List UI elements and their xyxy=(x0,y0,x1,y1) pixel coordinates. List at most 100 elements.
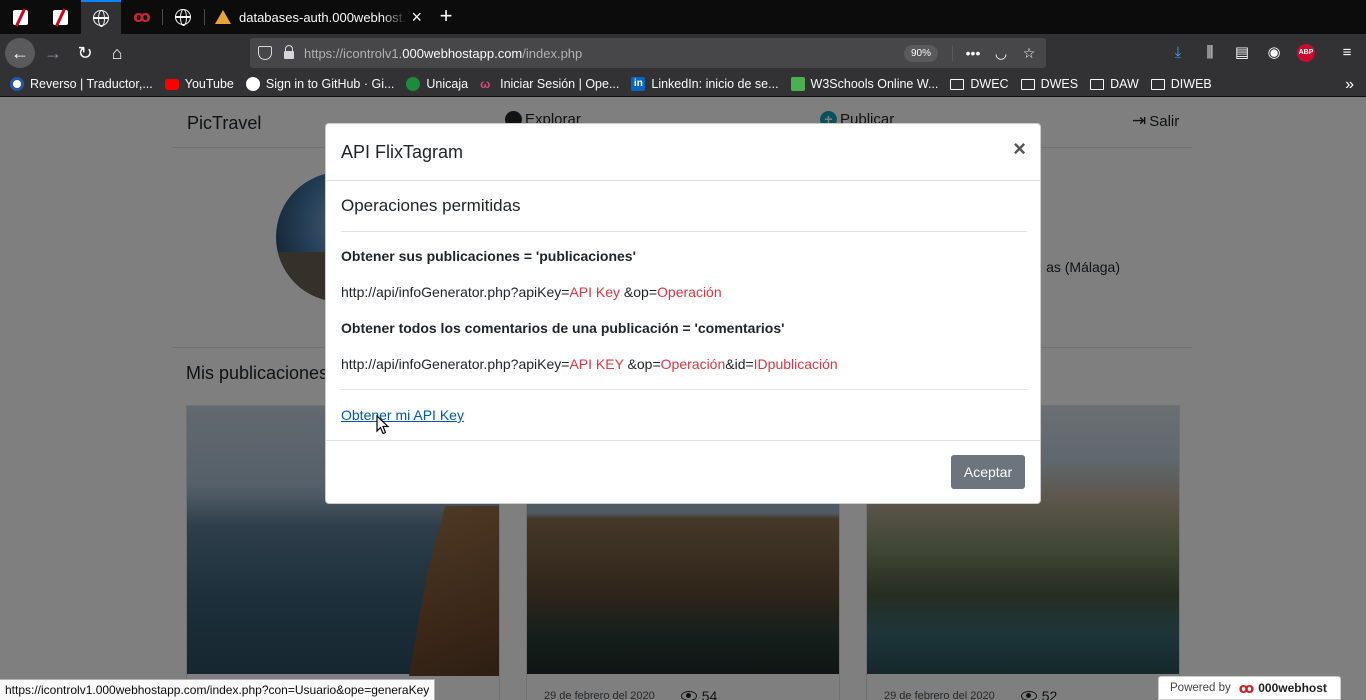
w3schools-icon xyxy=(790,77,805,91)
url-param-key: API KEY xyxy=(569,356,624,372)
bookmark-w3schools[interactable]: W3Schools Online W... xyxy=(790,77,939,91)
operation-comentarios-url: http://api/infoGenerator.php?apiKey=API … xyxy=(341,356,838,372)
url-host: 000webhostapp.com xyxy=(402,45,523,61)
bookmark-label: YouTube xyxy=(184,77,234,91)
warning-icon xyxy=(215,10,231,24)
bookmark-reverso[interactable]: Reverso | Traductor,... xyxy=(10,77,153,91)
modal-header: API FlixTagram × xyxy=(326,124,1040,181)
bookmark-label: Unicaja xyxy=(426,77,469,91)
github-icon xyxy=(245,77,260,91)
webhost-icon: ꝏ xyxy=(133,9,151,26)
bookmark-unicaja[interactable]: Unicaja xyxy=(406,77,468,91)
home-button[interactable]: ⌂ xyxy=(102,38,132,68)
bookmark-label: DWEC xyxy=(970,77,1009,91)
divider xyxy=(341,389,1027,390)
bookmark-label: Iniciar Sesión | Ope... xyxy=(500,77,620,91)
bookmark-label: LinkedIn: inicio de se... xyxy=(651,77,779,91)
shield-icon[interactable] xyxy=(258,46,272,60)
page-actions-icon[interactable]: ••• xyxy=(962,42,984,64)
bookmark-linkedin[interactable]: in LinkedIn: inicio de se... xyxy=(631,77,779,91)
zoom-indicator[interactable]: 90% xyxy=(904,45,939,62)
pinned-tab-3[interactable] xyxy=(81,0,121,34)
status-bar: https://icontrolv1.000webhostapp.com/ind… xyxy=(0,679,436,700)
bookmark-youtube[interactable]: YouTube xyxy=(164,77,234,91)
linkedin-icon: in xyxy=(631,77,646,91)
library-icon[interactable]: ⫼ xyxy=(1199,42,1221,64)
close-tab-icon[interactable]: × xyxy=(411,8,422,26)
globe-icon xyxy=(93,10,109,27)
webhost-logo-icon: ꝏ xyxy=(1238,679,1255,696)
pdf-icon xyxy=(52,9,68,25)
folder-icon xyxy=(1150,78,1165,90)
url-param-op: Operación xyxy=(660,356,726,372)
divider xyxy=(341,231,1027,232)
tab-title: databases-auth.000webhost.com xyxy=(239,9,407,25)
address-bar[interactable]: https://icontrolv1.000webhostapp.com/ind… xyxy=(250,38,1046,68)
bookmark-ope[interactable]: ω Iniciar Sesión | Ope... xyxy=(480,77,619,91)
url-param-key: API Key xyxy=(569,284,621,300)
url-text[interactable]: https://icontrolv1.000webhostapp.com/ind… xyxy=(304,46,582,61)
bookmark-label: W3Schools Online W... xyxy=(810,77,939,91)
bookmark-folder-dwec[interactable]: DWEC xyxy=(950,77,1009,91)
pinned-tab-4[interactable]: ꝏ xyxy=(122,0,162,34)
operation-comentarios-label: Obtener todos los comentarios de una pub… xyxy=(341,320,785,336)
youtube-icon xyxy=(164,78,179,90)
pinned-tab-5[interactable] xyxy=(163,0,203,34)
adblock-icon[interactable]: ABP xyxy=(1297,44,1315,62)
downloads-icon[interactable]: ⤓ xyxy=(1167,42,1189,64)
api-modal: API FlixTagram × Operaciones permitidas … xyxy=(325,123,1041,504)
reverso-icon xyxy=(10,77,24,91)
bookmark-label: DIWEB xyxy=(1170,77,1212,91)
url-op: &op= xyxy=(623,356,661,372)
tab-databases-auth[interactable]: databases-auth.000webhost.com × xyxy=(205,0,432,34)
folder-icon xyxy=(950,78,965,90)
urlbar-separator xyxy=(952,45,953,61)
url-base: http://api/infoGenerator.php?apiKey= xyxy=(341,356,570,372)
accept-button[interactable]: Aceptar xyxy=(951,455,1025,489)
modal-title: API FlixTagram xyxy=(341,142,464,162)
operation-publicaciones-label: Obtener sus publicaciones = 'publicacion… xyxy=(341,248,636,264)
url-param-id: IDpublicación xyxy=(753,356,838,372)
lock-icon[interactable] xyxy=(284,45,294,59)
get-api-key-link[interactable]: Obtener mi API Key xyxy=(341,407,464,423)
bookmark-star-icon[interactable]: ☆ xyxy=(1018,42,1040,64)
bookmark-folder-daw[interactable]: DAW xyxy=(1090,77,1139,91)
bookmark-label: DWES xyxy=(1040,77,1079,91)
url-param-op: Operación xyxy=(657,284,722,300)
close-icon[interactable]: × xyxy=(1013,138,1026,160)
folder-icon xyxy=(1020,78,1035,90)
reload-button[interactable]: ↻ xyxy=(70,38,100,68)
pocket-icon[interactable]: ◡ xyxy=(990,42,1012,64)
forward-button[interactable]: → xyxy=(38,38,68,68)
url-path: /index.php xyxy=(522,45,583,61)
bookmark-label: Sign in to GitHub · Gi... xyxy=(265,77,395,91)
powered-by-badge[interactable]: Powered by ꝏ 000webhost xyxy=(1158,676,1341,700)
powered-by-brand: 000webhost xyxy=(1258,681,1327,695)
globe-icon xyxy=(175,9,191,26)
operation-publicaciones-url: http://api/infoGenerator.php?apiKey=API … xyxy=(341,284,722,300)
operations-heading: Operaciones permitidas xyxy=(341,196,521,215)
bookmark-github[interactable]: Sign in to GitHub · Gi... xyxy=(245,77,395,91)
ope-icon: ω xyxy=(480,77,491,91)
modal-footer: Aceptar xyxy=(326,440,1040,504)
bookmarks-overflow-icon[interactable]: » xyxy=(1345,76,1354,94)
url-prefix: https://icontrolv1. xyxy=(304,45,403,61)
new-tab-button[interactable]: + xyxy=(434,4,458,28)
powered-by-label: Powered by xyxy=(1170,682,1231,694)
pinned-tab-2[interactable] xyxy=(40,0,80,34)
folder-icon xyxy=(1090,78,1105,90)
menu-icon[interactable]: ≡ xyxy=(1336,42,1358,64)
pdf-icon xyxy=(12,9,28,25)
url-base: http://api/infoGenerator.php?apiKey= xyxy=(341,284,570,300)
account-icon[interactable]: ◉ xyxy=(1263,42,1285,64)
bookmark-label: DAW xyxy=(1110,77,1139,91)
bookmarks-toolbar: Reverso | Traductor,... YouTube Sign in … xyxy=(0,72,1366,97)
tab-strip: ꝏ databases-auth.000webhost.com × + xyxy=(0,0,1366,34)
sidebar-icon[interactable]: ▤ xyxy=(1231,42,1253,64)
pinned-tab-1[interactable] xyxy=(0,0,40,34)
back-button[interactable]: ← xyxy=(5,38,35,68)
bookmark-folder-diweb[interactable]: DIWEB xyxy=(1150,77,1212,91)
url-op: &op= xyxy=(620,284,658,300)
bookmark-folder-dwes[interactable]: DWES xyxy=(1020,77,1079,91)
bookmark-label: Reverso | Traductor,... xyxy=(30,77,153,91)
